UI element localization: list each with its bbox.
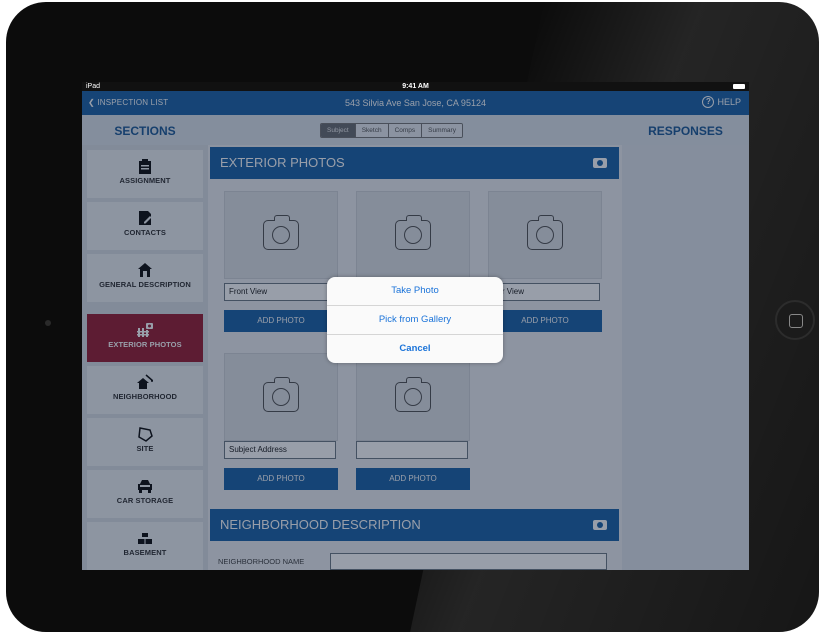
status-bar: iPad 9:41 AM (82, 82, 749, 91)
battery-icon (733, 84, 745, 89)
take-photo-option[interactable]: Take Photo (327, 277, 503, 306)
pick-from-gallery-option[interactable]: Pick from Gallery (327, 306, 503, 335)
clock: 9:41 AM (402, 83, 429, 90)
app-screen: iPad 9:41 AM ❮ INSPECTION LIST 543 Silvi… (82, 82, 749, 570)
front-camera (45, 320, 51, 326)
home-button[interactable] (775, 300, 815, 340)
photo-action-sheet: Take Photo Pick from Gallery Cancel (327, 277, 503, 363)
cancel-option[interactable]: Cancel (327, 335, 503, 363)
